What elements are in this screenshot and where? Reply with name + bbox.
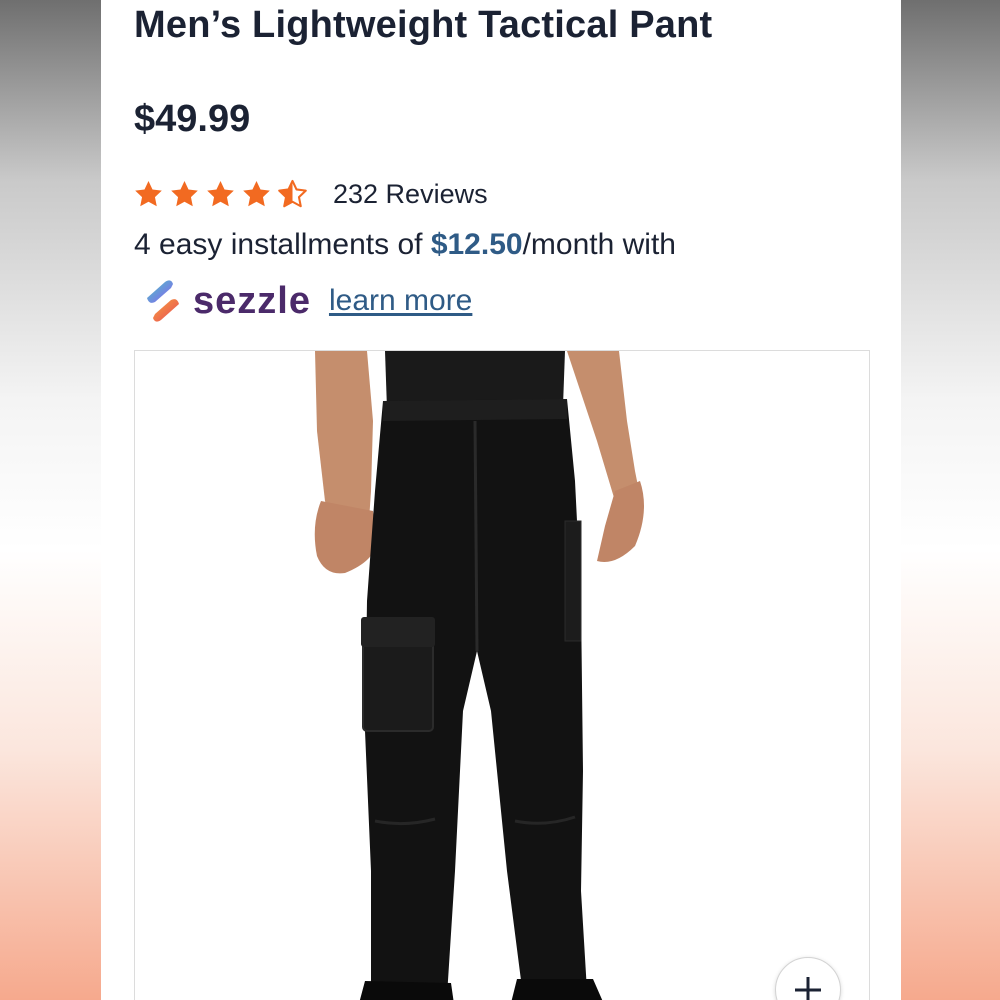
star-full-icon <box>171 180 198 206</box>
learn-more-link[interactable]: learn more <box>329 284 472 318</box>
zoom-plus-icon <box>795 977 821 1000</box>
reviews-count[interactable]: 232 Reviews <box>333 179 488 210</box>
installments-text: 4 easy installments of $12.50/month with <box>134 228 676 262</box>
star-full-icon <box>135 180 162 206</box>
product-photo <box>314 351 644 1000</box>
background-left-margin <box>0 0 100 1000</box>
product-detail-panel: Men’s Lightweight Tactical Pant $49.99 2… <box>101 0 901 1000</box>
star-half-icon <box>278 179 307 207</box>
star-full-icon <box>243 180 270 206</box>
product-title: Men’s Lightweight Tactical Pant <box>134 4 713 46</box>
product-image-frame[interactable] <box>134 350 870 1000</box>
star-full-icon <box>207 180 234 206</box>
installments-prefix: 4 easy installments of <box>134 228 431 261</box>
sezzle-row: sezzle learn more <box>141 276 472 326</box>
installments-suffix: /month with <box>522 228 676 261</box>
product-price: $49.99 <box>134 98 251 140</box>
background-right-margin <box>900 0 1000 1000</box>
rating-row[interactable]: 232 Reviews <box>133 174 488 214</box>
sezzle-wordmark: sezzle <box>193 279 311 322</box>
sezzle-logo-icon <box>147 280 179 322</box>
installment-amount: $12.50 <box>430 228 523 261</box>
